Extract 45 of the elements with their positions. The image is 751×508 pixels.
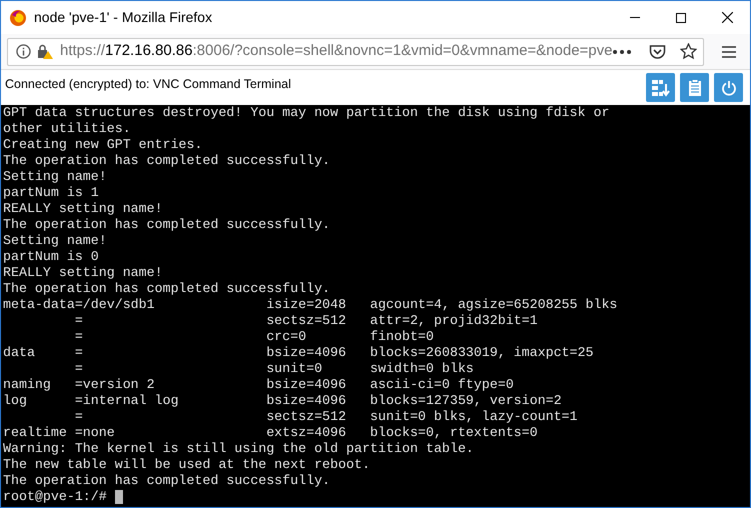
bookmark-star-icon[interactable]: [680, 43, 697, 60]
pocket-icon[interactable]: [649, 44, 666, 60]
terminal-line: The operation has completed successfully.: [3, 153, 332, 169]
terminal-line: log =internal log bsize=4096 blocks=127359, version=2: [3, 393, 563, 409]
window-title: node 'pve-1' - Mozilla Firefox: [34, 8, 212, 27]
terminal-line: partNum is 0: [3, 249, 100, 265]
terminal-line: The new table will be used at the next reboot.: [3, 457, 372, 473]
terminal-line: Setting name!: [3, 233, 108, 249]
terminal-line: The operation has completed successfully.: [3, 217, 332, 233]
power-button[interactable]: [714, 73, 743, 102]
terminal-line: Setting name!: [3, 169, 108, 185]
terminal-prompt: root@pve-1:/#: [3, 489, 107, 505]
insecure-lock-icon: [37, 44, 54, 60]
terminal-line: REALLY setting name!: [3, 265, 164, 281]
browser-logo-icon: [9, 8, 27, 26]
terminal-line: The operation has completed successfully.: [3, 281, 332, 297]
keys-icon: [650, 78, 670, 96]
terminal-line: REALLY setting name!: [3, 201, 164, 217]
terminal-line: realtime =none extsz=4096 blocks=0, rtextents=0: [3, 425, 539, 441]
clipboard-icon: [688, 78, 702, 96]
terminal-line: = sectsz=512 sunit=0 blks, lazy-count=1: [74, 409, 579, 425]
info-icon[interactable]: [16, 44, 31, 59]
terminal[interactable]: [1, 105, 750, 507]
terminal-line: partNum is 1: [3, 185, 100, 201]
connection-status: Connected (encrypted) to: VNC Command Terminal: [5, 76, 292, 93]
terminal-line: Warning: The kernel is still using the old partition table.: [3, 441, 475, 457]
keys-button[interactable]: [646, 73, 675, 102]
terminal-line: data = bsize=4096 blocks=260833019, imaxpct=25: [3, 345, 594, 361]
more-icon[interactable]: [613, 50, 631, 54]
terminal-line: other utilities.: [3, 121, 132, 137]
terminal-line: Creating new GPT entries.: [3, 137, 204, 153]
address-bar[interactable]: https://172.16.80.86:8006/?console=shell&novnc=1&vmid=0&vmname=&node=pve: [7, 38, 704, 66]
menu-icon[interactable]: [722, 46, 736, 58]
terminal-line: GPT data structures destroyed! You may now partition the disk using fdisk or: [3, 105, 610, 121]
terminal-line: = crc=0 finobt=0: [74, 329, 435, 345]
terminal-line: The operation has completed successfully.: [3, 473, 332, 489]
terminal-line: meta-data=/dev/sdb1 isize=2048 agcount=4, agsize=65208255 blks: [3, 297, 618, 313]
power-icon: [720, 80, 736, 96]
terminal-line: = sunit=0 swidth=0 blks: [74, 361, 475, 377]
url-text: https://172.16.80.86:8006/?console=shell&novnc=1&vmid=0&vmname=&node=pve: [60, 42, 612, 60]
cursor: [114, 490, 123, 504]
clipboard-button[interactable]: [680, 73, 709, 102]
close-icon: [722, 12, 732, 23]
terminal-line: naming =version 2 bsize=4096 ascii-ci=0 ftype=0: [3, 377, 515, 393]
terminal-line: = sectsz=512 attr=2, projid32bit=1: [74, 313, 539, 329]
